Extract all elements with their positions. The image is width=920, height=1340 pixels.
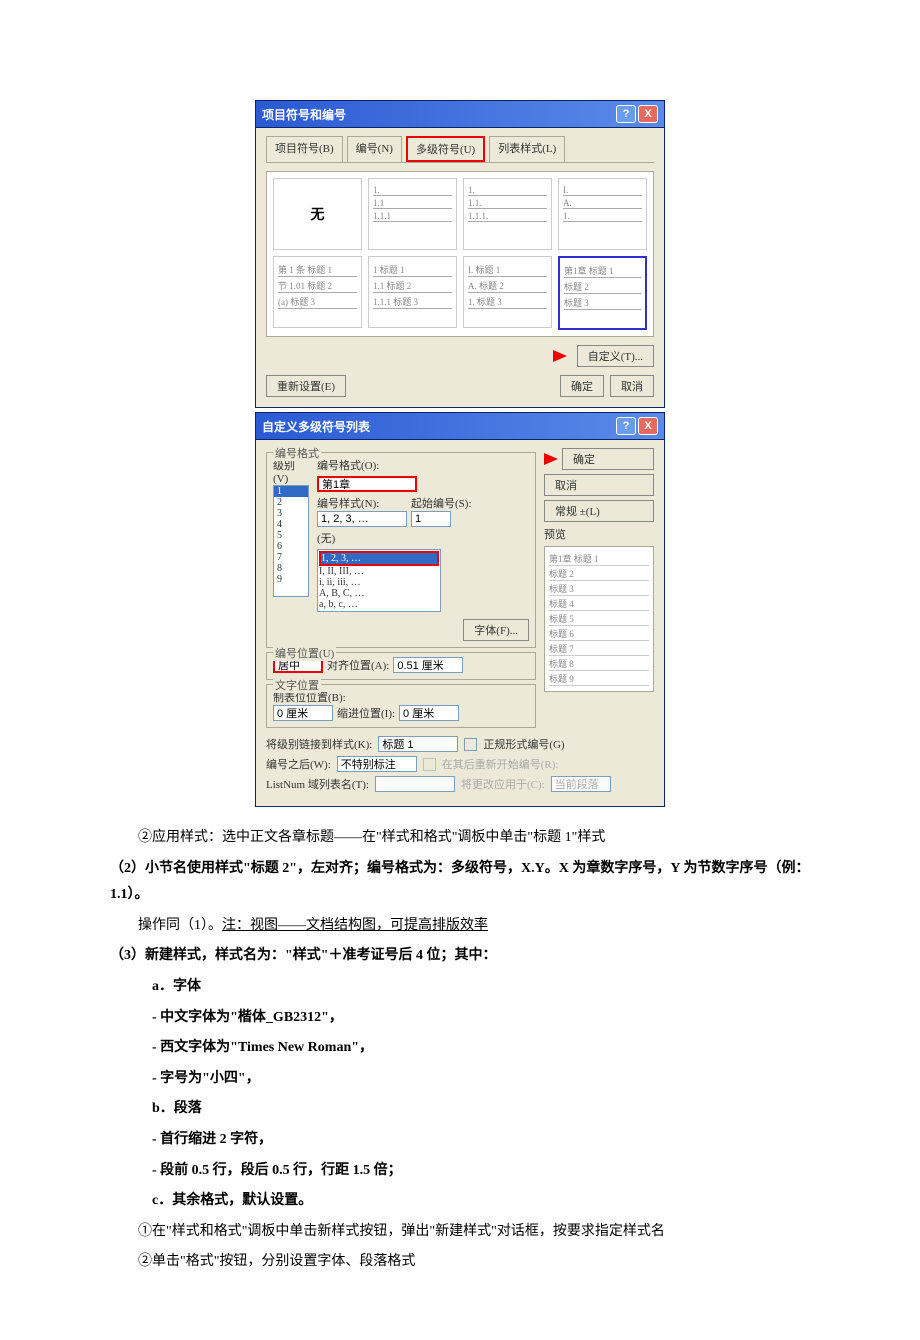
number-format-input[interactable]	[317, 476, 417, 492]
cell-none[interactable]: 无	[273, 178, 362, 250]
follow-number-select[interactable]	[337, 756, 417, 772]
close-icon[interactable]: X	[638, 105, 658, 123]
bullets-numbering-dialog: 项目符号和编号 ? X 项目符号(B) 编号(N) 多级符号(U) 列表样式(L…	[255, 100, 665, 408]
style-dropdown[interactable]: 1, 2, 3, … I, II, III, … i, ii, iii, … A…	[317, 549, 441, 612]
align-at-input[interactable]	[393, 657, 463, 673]
tab-outline[interactable]: 多级符号(U)	[406, 136, 485, 162]
restart-checkbox[interactable]	[423, 758, 436, 771]
dialog1-title: 项目符号和编号	[262, 106, 346, 123]
cell-r1c2[interactable]: 1. 1.1 1.1.1	[368, 178, 457, 250]
help-icon[interactable]: ?	[616, 105, 636, 123]
cancel-button[interactable]: 取消	[610, 375, 654, 397]
start-at-input[interactable]	[411, 511, 451, 527]
para-newstyle-step1: ①在"样式和格式"调板中单击新样式按钮，弹出"新建样式"对话框，按要求指定样式名	[110, 1219, 810, 1246]
text-position-group: 文字位置 制表位位置(B): 缩进位置(I):	[266, 684, 536, 728]
tab-liststyle[interactable]: 列表样式(L)	[489, 136, 565, 162]
document-body: ②应用样式：选中正文各章标题——在"样式和格式"调板中单击"标题 1"样式 （2…	[110, 825, 810, 1276]
cell-r1c4[interactable]: I. A. 1.	[558, 178, 647, 250]
para-b-paragraph: b．段落	[110, 1096, 810, 1123]
para-cn-font: - 中文字体为"楷体_GB2312"，	[110, 1005, 810, 1032]
customize-outline-dialog: 自定义多级符号列表 ? X 编号格式 级别(V)	[255, 412, 665, 807]
para-a-font: a．字体	[110, 974, 810, 1001]
dialog1-tabs: 项目符号(B) 编号(N) 多级符号(U) 列表样式(L)	[266, 136, 654, 163]
para-c-default: c．其余格式，默认设置。	[110, 1188, 810, 1215]
number-format-group: 编号格式 级别(V) 1 234 567 89	[266, 452, 536, 648]
arrow-icon	[544, 453, 558, 465]
para-size: - 字号为"小四"，	[110, 1066, 810, 1093]
para-step3: （3）新建样式，样式名为："样式"＋准考证号后 4 位；其中：	[110, 943, 810, 970]
para-spacing: - 段前 0.5 行，段后 0.5 行，行距 1.5 倍；	[110, 1158, 810, 1185]
para-firstline: - 首行缩进 2 字符，	[110, 1127, 810, 1154]
link-style-select[interactable]	[378, 736, 458, 752]
cell-r2c4-selected[interactable]: 第1章 标题 1 标题 2 标题 3	[558, 256, 647, 330]
ok-button[interactable]: 确定	[560, 375, 604, 397]
cell-r2c3[interactable]: I. 标题 1 A. 标题 2 1. 标题 3	[463, 256, 552, 328]
para-apply-style: ②应用样式：选中正文各章标题——在"样式和格式"调板中单击"标题 1"样式	[110, 825, 810, 852]
dialog1-titlebar: 项目符号和编号 ? X	[256, 101, 664, 128]
arrow-icon	[553, 350, 567, 362]
apply-to-select[interactable]	[551, 776, 611, 792]
dialog2-title: 自定义多级符号列表	[262, 418, 370, 435]
legal-checkbox[interactable]	[464, 738, 477, 751]
customize-button[interactable]: 自定义(T)...	[577, 345, 654, 367]
preview-box: 第1章 标题 1 标题 2 标题 3 标题 4 标题 5 标题 6 标题 7 标…	[544, 546, 654, 692]
tab-bullets[interactable]: 项目符号(B)	[266, 136, 343, 162]
cancel-button[interactable]: 取消	[544, 474, 654, 496]
indent-input[interactable]	[399, 705, 459, 721]
reset-button[interactable]: 重新设置(E)	[266, 375, 346, 397]
listnum-input[interactable]	[375, 776, 455, 792]
number-position-group: 编号位置(U) 对齐位置(A):	[266, 652, 536, 680]
cell-r2c1[interactable]: 第 1 条 标题 1 节 1.01 标题 2 (a) 标题 3	[273, 256, 362, 328]
close-icon[interactable]: X	[638, 417, 658, 435]
para-op-note: 操作同（1）。注：视图——文档结构图，可提高排版效率	[110, 913, 810, 940]
cell-r1c3[interactable]: 1. 1.1. 1.1.1.	[463, 178, 552, 250]
tab-numbers[interactable]: 编号(N)	[347, 136, 402, 162]
para-en-font: - 西文字体为"Times New Roman"，	[110, 1035, 810, 1062]
tab-pos-input[interactable]	[273, 705, 333, 721]
cell-r2c2[interactable]: 1 标题 1 1.1 标题 2 1.1.1 标题 3	[368, 256, 457, 328]
ok-button[interactable]: 确定	[562, 448, 654, 470]
para-newstyle-step2: ②单击"格式"按钮，分别设置字体、段落格式	[110, 1249, 810, 1276]
toggle-normal-button[interactable]: 常规 ±(L)	[544, 500, 654, 522]
font-button[interactable]: 字体(F)...	[463, 619, 529, 641]
para-step2: （2）小节名使用样式"标题 2"，左对齐；编号格式为：多级符号，X.Y。X 为章…	[110, 856, 810, 909]
dialog2-titlebar: 自定义多级符号列表 ? X	[256, 413, 664, 440]
level-list[interactable]: 1 234 567 89	[273, 485, 309, 597]
number-style-select[interactable]	[317, 511, 407, 527]
help-icon[interactable]: ?	[616, 417, 636, 435]
